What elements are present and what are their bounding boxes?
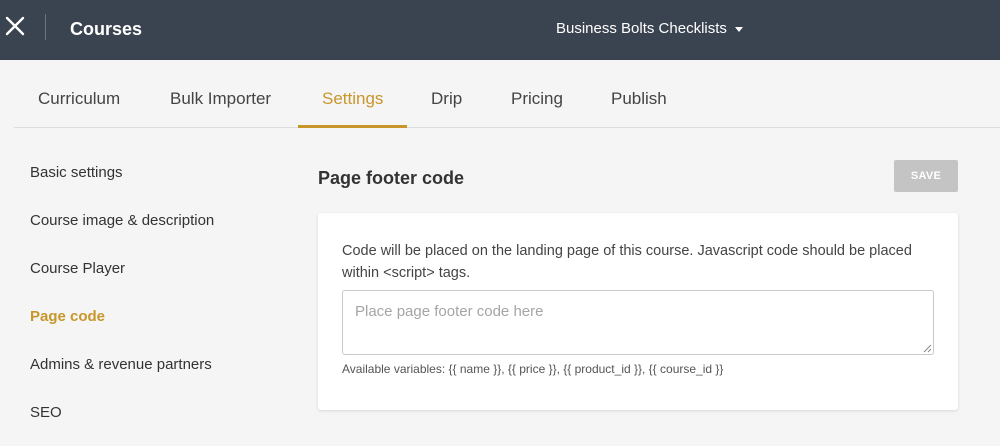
tab-curriculum[interactable]: Curriculum (38, 60, 120, 128)
save-button[interactable]: SAVE (894, 160, 958, 192)
close-button[interactable] (4, 15, 26, 37)
tab-bar: Curriculum Bulk Importer Settings Drip P… (14, 60, 1000, 128)
tab-pricing[interactable]: Pricing (511, 60, 563, 128)
sidebar-item-admins-revenue-partners[interactable]: Admins & revenue partners (30, 355, 212, 375)
section-title: Page footer code (318, 168, 465, 188)
code-description: Code will be placed on the landing page … (342, 243, 912, 281)
tab-drip[interactable]: Drip (431, 60, 462, 128)
header-divider (45, 14, 46, 40)
sidebar-item-course-image-description[interactable]: Course image & description (30, 211, 214, 231)
available-variables: Available variables: {{ name }}, {{ pric… (342, 362, 724, 376)
sidebar-item-page-code[interactable]: Page code (30, 307, 105, 327)
tab-bulk-importer[interactable]: Bulk Importer (170, 60, 271, 128)
active-tab-indicator (298, 125, 407, 128)
footer-code-input[interactable] (342, 290, 934, 355)
close-icon (5, 16, 25, 36)
page-title: Courses (70, 19, 143, 39)
sidebar-item-course-player[interactable]: Course Player (30, 259, 125, 279)
school-name: Business Bolts Checklists (556, 20, 727, 37)
school-switcher[interactable]: Business Bolts Checklists (556, 19, 743, 39)
page-footer-code-card: Code will be placed on the landing page … (318, 213, 958, 410)
sidebar-item-seo[interactable]: SEO (30, 403, 62, 423)
tab-publish[interactable]: Publish (611, 60, 667, 128)
caret-down-icon (734, 26, 743, 32)
top-bar: Courses Business Bolts Checklists (0, 0, 1000, 60)
tab-settings[interactable]: Settings (322, 60, 383, 128)
sidebar-item-basic-settings[interactable]: Basic settings (30, 163, 123, 183)
